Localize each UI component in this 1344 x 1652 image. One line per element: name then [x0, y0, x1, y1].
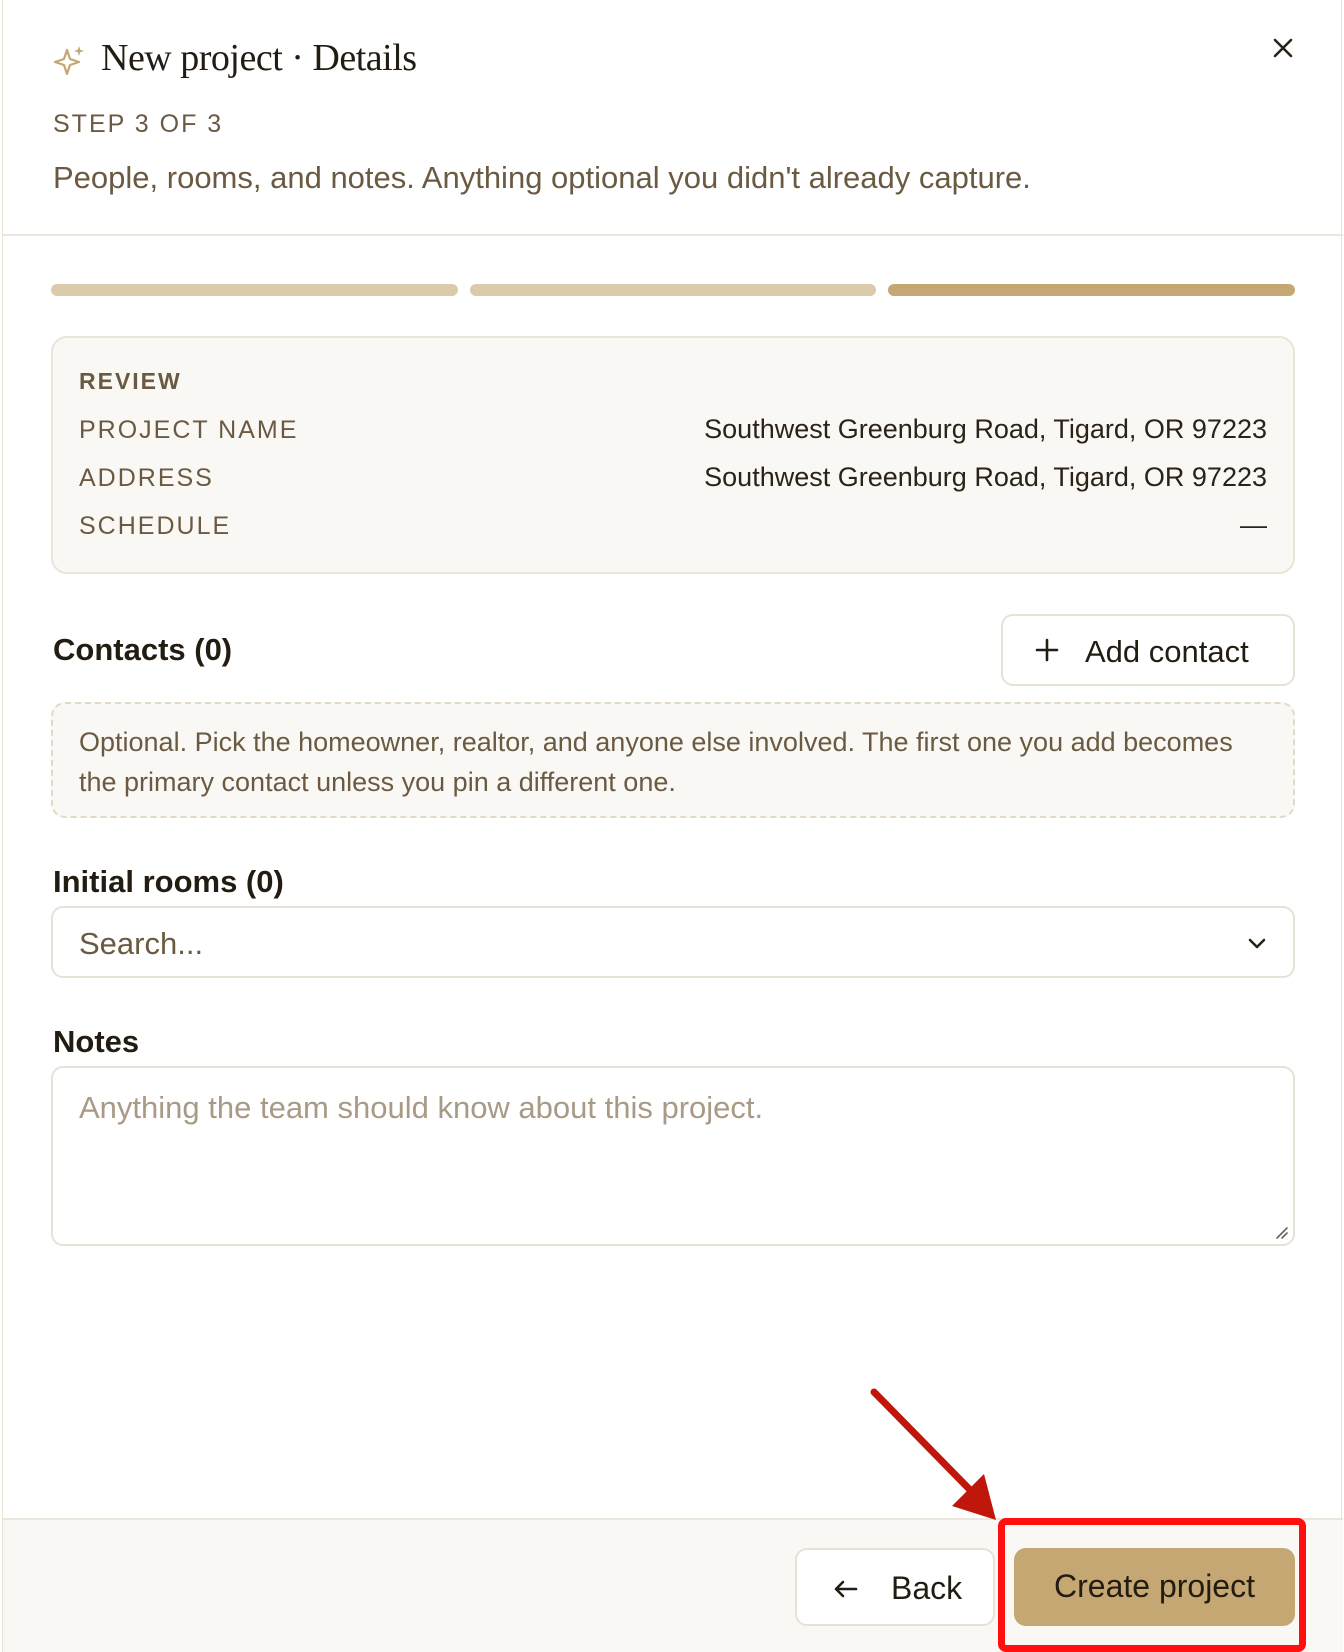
review-label-address: ADDRESS [79, 464, 214, 492]
progress-segment-2 [470, 284, 876, 296]
resize-grip-icon[interactable] [1273, 1224, 1289, 1240]
add-contact-label: Add contact [1085, 634, 1249, 669]
close-icon[interactable] [1265, 30, 1301, 66]
review-value-address: Southwest Greenburg Road, Tigard, OR 972… [704, 462, 1267, 492]
contacts-title: Contacts (0) [53, 632, 233, 667]
create-project-button[interactable]: Create project [1014, 1548, 1295, 1626]
dialog-subtitle: People, rooms, and notes. Anything optio… [53, 160, 1031, 195]
back-label: Back [891, 1570, 963, 1606]
plus-icon [1035, 638, 1059, 662]
dialog-footer: Back Create project [3, 1518, 1343, 1652]
review-value-schedule: — [1240, 510, 1267, 540]
rooms-search-select[interactable]: Search... [51, 906, 1295, 978]
create-project-label: Create project [1054, 1568, 1255, 1604]
add-contact-button[interactable]: Add contact [1001, 614, 1295, 686]
arrow-left-icon [834, 1580, 858, 1598]
notes-textarea[interactable]: Anything the team should know about this… [51, 1066, 1295, 1246]
notes-title: Notes [53, 1024, 140, 1059]
contacts-hint: Optional. Pick the homeowner, realtor, a… [51, 702, 1295, 818]
dialog-header: New project · Details STEP 3 OF 3 People… [3, 0, 1343, 236]
back-button[interactable]: Back [795, 1548, 995, 1626]
chevron-down-icon [1248, 938, 1266, 949]
review-card: REVIEW PROJECT NAME Southwest Greenburg … [51, 336, 1295, 574]
progress-segment-1 [51, 284, 458, 296]
review-heading: REVIEW [79, 368, 182, 394]
rooms-title: Initial rooms (0) [53, 864, 284, 899]
review-value-project-name: Southwest Greenburg Road, Tigard, OR 972… [704, 414, 1267, 444]
sparkle-icon [53, 46, 84, 76]
dialog-title: New project · Details [101, 37, 417, 79]
progress-segment-3 [888, 284, 1295, 296]
rooms-search-placeholder: Search... [79, 926, 204, 961]
notes-placeholder: Anything the team should know about this… [79, 1090, 764, 1125]
new-project-dialog: New project · Details STEP 3 OF 3 People… [2, 0, 1343, 1652]
review-label-schedule: SCHEDULE [79, 512, 232, 540]
review-label-project-name: PROJECT NAME [79, 416, 299, 444]
step-indicator: STEP 3 OF 3 [53, 110, 224, 138]
